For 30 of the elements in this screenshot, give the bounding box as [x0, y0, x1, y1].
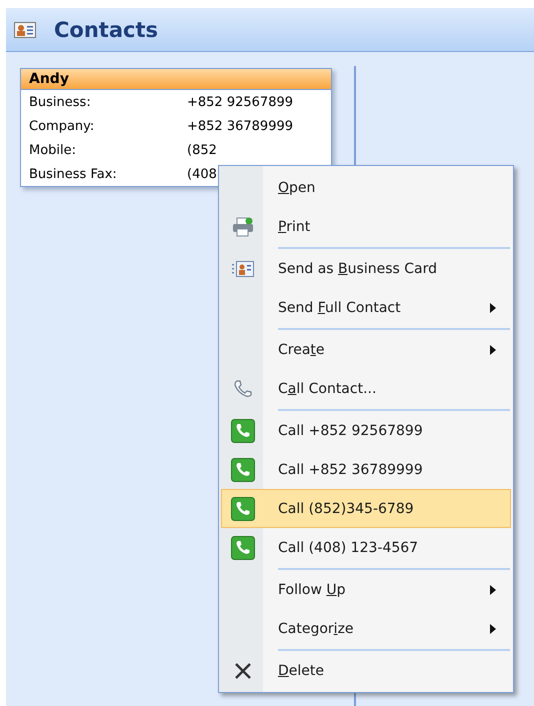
field-value: (852 — [187, 142, 217, 158]
menu-item[interactable]: Send Full Contact — [221, 288, 511, 327]
menu-item[interactable]: Call (852)345-6789 — [221, 489, 511, 528]
contact-card-icon — [232, 260, 254, 276]
menu-item[interactable]: Call (408) 123-4567 — [221, 528, 511, 567]
printer-icon — [232, 216, 254, 236]
phone-icon — [231, 536, 255, 560]
field-value: (408 — [187, 166, 217, 182]
section-title: Contacts — [54, 18, 158, 42]
phone-icon — [231, 496, 255, 520]
field-label: Business: — [29, 94, 92, 110]
phone-icon — [233, 378, 253, 398]
phone-icon — [231, 458, 255, 482]
contact-name: Andy — [21, 69, 331, 90]
submenu-arrow-icon — [490, 344, 496, 354]
field-label: Mobile: — [29, 142, 78, 158]
submenu-arrow-icon — [490, 584, 496, 594]
menu-item[interactable]: Categorize — [221, 609, 511, 648]
submenu-arrow-icon — [490, 302, 496, 312]
menu-item[interactable]: Call Contact... — [221, 369, 511, 408]
field-value: +852 92567899 — [187, 94, 294, 110]
submenu-arrow-icon — [490, 624, 496, 634]
delete-icon — [234, 662, 252, 680]
contact-card-icon — [14, 22, 36, 38]
menu-item[interactable]: Print — [221, 207, 511, 246]
field-label: Company: — [29, 118, 96, 134]
field-value: +852 36789999 — [187, 118, 294, 134]
menu-item[interactable]: Call +852 36789999 — [221, 450, 511, 489]
phone-icon — [231, 418, 255, 442]
field-label: Business Fax: — [29, 166, 118, 182]
